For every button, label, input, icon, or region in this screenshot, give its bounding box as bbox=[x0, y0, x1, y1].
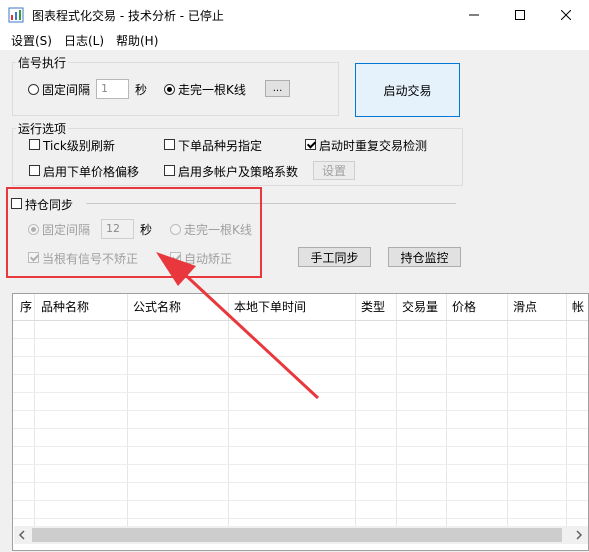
annotation-arrow-icon bbox=[156, 252, 320, 400]
